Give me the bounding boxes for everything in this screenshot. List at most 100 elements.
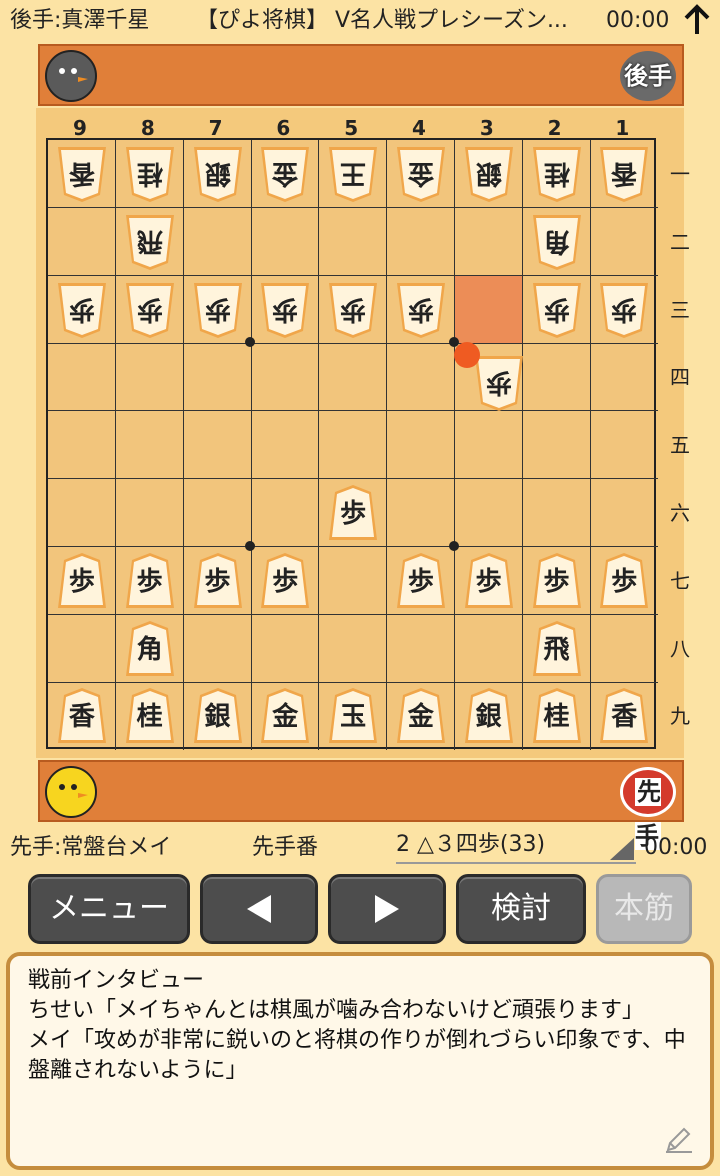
next-move-button[interactable]	[328, 874, 446, 944]
sente-piece[interactable]: 香	[597, 686, 651, 746]
prev-move-button[interactable]	[200, 874, 318, 944]
dropdown-triangle-icon[interactable]	[610, 838, 634, 860]
gote-piece-stand[interactable]: 後手	[38, 44, 684, 106]
sente-piece[interactable]: 玉	[326, 686, 380, 746]
board-square[interactable]	[590, 208, 659, 276]
board-square[interactable]	[319, 614, 388, 683]
gote-piece[interactable]: 歩	[191, 280, 245, 340]
board-square[interactable]	[115, 343, 184, 412]
arrow-up-icon[interactable]	[682, 4, 712, 36]
board-square[interactable]	[183, 207, 252, 276]
sente-player-name: 先手:常盤台メイ	[10, 835, 172, 860]
board-square[interactable]	[387, 411, 455, 480]
mainline-button[interactable]: 本筋	[596, 874, 692, 944]
sente-piece[interactable]: 歩	[326, 483, 380, 543]
sente-piece[interactable]: 金	[394, 686, 448, 746]
board-square[interactable]	[387, 614, 455, 683]
board-square[interactable]	[183, 411, 252, 480]
sente-piece[interactable]: 歩	[191, 551, 245, 611]
sente-piece[interactable]: 桂	[530, 686, 584, 746]
gote-piece[interactable]: 角	[530, 212, 584, 272]
board-square[interactable]	[590, 343, 659, 412]
sente-piece[interactable]: 歩	[394, 551, 448, 611]
board-square[interactable]	[251, 411, 320, 480]
menu-button[interactable]: メニュー	[28, 874, 190, 944]
board-square[interactable]	[319, 207, 388, 276]
board-square[interactable]	[590, 479, 659, 547]
shogi-board[interactable]: 香桂銀金王金銀桂香飛角歩歩歩歩歩歩歩歩歩歩歩歩歩歩歩歩歩歩角飛香桂銀金玉金銀桂香	[46, 138, 659, 751]
gote-piece[interactable]: 歩	[55, 280, 109, 340]
board-square[interactable]	[48, 411, 116, 480]
board-square[interactable]	[115, 479, 184, 547]
piece-label: 香	[611, 702, 638, 733]
gote-piece[interactable]: 歩	[597, 280, 651, 340]
sente-piece-stand[interactable]: 先手	[38, 760, 684, 850]
board-square[interactable]	[454, 411, 523, 480]
pencil-edit-icon[interactable]	[664, 1124, 694, 1154]
gote-piece[interactable]: 香	[55, 144, 109, 204]
sente-piece[interactable]: 飛	[530, 619, 584, 679]
gote-piece[interactable]: 歩	[472, 353, 526, 413]
rank-label: 七	[670, 568, 690, 593]
board-square[interactable]	[48, 343, 116, 412]
gote-piece[interactable]: 歩	[530, 280, 584, 340]
gote-piece[interactable]: 桂	[123, 144, 177, 204]
board-square[interactable]	[251, 479, 320, 547]
sente-piece[interactable]: 桂	[123, 686, 177, 746]
board-square[interactable]	[251, 343, 320, 412]
board-square[interactable]	[590, 615, 659, 683]
sente-piece[interactable]: 銀	[191, 686, 245, 746]
review-button[interactable]: 検討	[456, 874, 586, 944]
board-square[interactable]	[183, 614, 252, 683]
rank-label: 九	[670, 704, 690, 729]
gote-avatar-chick-icon	[45, 50, 97, 102]
board-square[interactable]	[251, 614, 320, 683]
board-square[interactable]	[387, 343, 455, 412]
board-square[interactable]	[454, 479, 523, 547]
sente-piece[interactable]: 歩	[597, 551, 651, 611]
board-square[interactable]	[48, 207, 116, 276]
board-square[interactable]	[183, 479, 252, 547]
sente-piece[interactable]: 香	[55, 686, 109, 746]
gote-piece[interactable]: 王	[326, 144, 380, 204]
sente-piece[interactable]: 銀	[462, 686, 516, 746]
sente-piece[interactable]: 歩	[123, 551, 177, 611]
gote-piece[interactable]: 銀	[462, 144, 516, 204]
board-square[interactable]	[387, 207, 455, 276]
board-square[interactable]	[251, 207, 320, 276]
board-square[interactable]	[522, 411, 591, 480]
sente-piece[interactable]: 金	[258, 686, 312, 746]
move-selector[interactable]: 2 △３四歩(33)	[396, 828, 636, 864]
board-square[interactable]	[590, 411, 659, 480]
board-square[interactable]	[115, 411, 184, 480]
board-square[interactable]	[454, 275, 523, 344]
gote-piece[interactable]: 銀	[191, 144, 245, 204]
board-square[interactable]	[454, 614, 523, 683]
board-square[interactable]	[183, 343, 252, 412]
gote-piece[interactable]: 歩	[394, 280, 448, 340]
sente-piece[interactable]: 角	[123, 619, 177, 679]
gote-piece[interactable]: 香	[597, 144, 651, 204]
gote-piece[interactable]: 金	[258, 144, 312, 204]
comment-box[interactable]: 戦前インタビュー ちせい「メイちゃんとは棋風が噛み合わないけど頑張ります」 メイ…	[6, 952, 714, 1170]
board-square[interactable]	[522, 343, 591, 412]
board-square[interactable]	[319, 343, 388, 412]
gote-piece[interactable]: 飛	[123, 212, 177, 272]
gote-piece[interactable]: 金	[394, 144, 448, 204]
sente-piece[interactable]: 歩	[55, 551, 109, 611]
gote-piece[interactable]: 歩	[258, 280, 312, 340]
sente-piece[interactable]: 歩	[258, 551, 312, 611]
sente-piece[interactable]: 歩	[462, 551, 516, 611]
board-square[interactable]	[319, 546, 388, 615]
board-square[interactable]	[522, 479, 591, 547]
board-square[interactable]	[48, 614, 116, 683]
board-square[interactable]	[454, 207, 523, 276]
gote-piece[interactable]: 桂	[530, 144, 584, 204]
sente-piece[interactable]: 歩	[530, 551, 584, 611]
board-square[interactable]	[48, 479, 116, 547]
board-square[interactable]	[319, 411, 388, 480]
gote-piece[interactable]: 歩	[123, 280, 177, 340]
piece-label: 金	[272, 157, 299, 188]
gote-piece[interactable]: 歩	[326, 280, 380, 340]
board-square[interactable]	[387, 479, 455, 547]
